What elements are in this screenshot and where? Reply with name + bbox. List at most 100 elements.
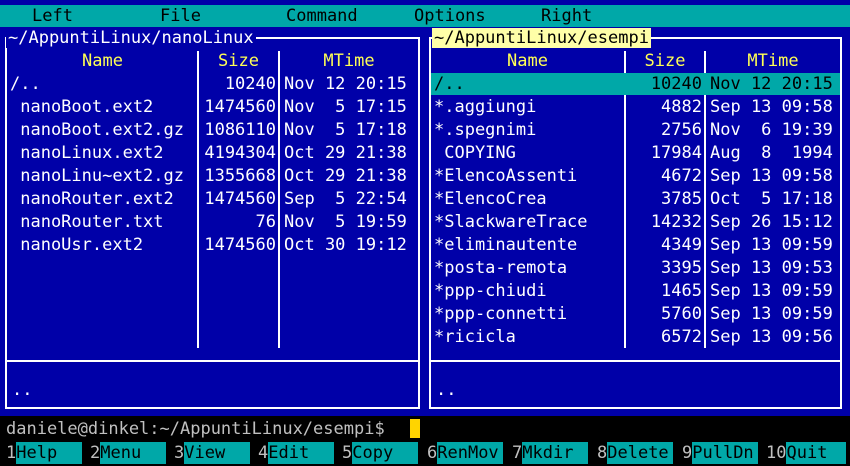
fkey-help-button[interactable]: 1Help: [6, 442, 83, 464]
left-column-separator: [278, 51, 280, 348]
fkey-label: Copy: [352, 442, 419, 464]
file-name: nanoLinux.ext2: [10, 143, 164, 163]
fkey-label: RenMov: [437, 442, 504, 464]
fkey-copy-button[interactable]: 5Copy: [342, 442, 419, 464]
file-size: 1465: [661, 281, 702, 301]
fkey-label: Help: [16, 442, 83, 464]
file-size: 17984: [650, 143, 702, 163]
right-column-separator: [704, 51, 706, 348]
file-mtime: Sep 13 09:59: [710, 235, 833, 255]
file-mtime: Sep 13 09:59: [710, 304, 833, 324]
left-mini-status: ..: [12, 380, 33, 400]
file-size: 4672: [661, 166, 702, 186]
file-mtime: Sep 13 09:53: [710, 258, 833, 278]
file-mtime: Sep 13 09:59: [710, 281, 833, 301]
file-name: nanoRouter.ext2: [10, 189, 174, 209]
fkey-number: 10: [766, 443, 787, 463]
fkey-mkdir-button[interactable]: 7Mkdir: [512, 442, 589, 464]
left-panel-path[interactable]: ~/AppuntiLinux/nanoLinux: [6, 28, 256, 48]
file-name: *eliminautente: [434, 235, 578, 255]
right-header-mtime[interactable]: MTime: [706, 51, 840, 71]
file-size: 76: [255, 212, 276, 232]
file-name: *.aggiungi: [434, 97, 537, 117]
file-size: 1355668: [204, 166, 276, 186]
file-size: 2756: [661, 120, 702, 140]
file-size: 10240: [224, 74, 276, 94]
file-size: 1086110: [204, 120, 276, 140]
left-header-mtime[interactable]: MTime: [280, 51, 418, 71]
file-size: 4194304: [204, 143, 276, 163]
file-name: *ppp-connetti: [434, 304, 568, 324]
fkey-label: View: [184, 442, 251, 464]
left-header-name[interactable]: Name: [8, 51, 197, 71]
file-name: *ppp-chiudi: [434, 281, 547, 301]
fkey-number: 8: [597, 443, 608, 463]
fkey-number: 1: [6, 443, 17, 463]
fkey-label: Edit: [268, 442, 335, 464]
menu-item-right[interactable]: Right: [541, 5, 592, 27]
right-panel-divider: [429, 360, 842, 362]
right-mini-status: ..: [436, 380, 457, 400]
file-name: nanoUsr.ext2: [10, 235, 144, 255]
fkey-quit-button[interactable]: 10Quit: [766, 442, 847, 464]
file-size: 10240: [650, 74, 702, 94]
file-mtime: Aug 8 1994: [710, 143, 833, 163]
file-mtime: Nov 5 17:18: [284, 120, 407, 140]
file-size: 4349: [661, 235, 702, 255]
fkey-number: 2: [90, 443, 101, 463]
fkey-renmov-button[interactable]: 6RenMov: [427, 442, 504, 464]
file-mtime: Nov 5 17:15: [284, 97, 407, 117]
menu-item-left[interactable]: Left: [32, 5, 73, 27]
file-mtime: Oct 30 19:12: [284, 235, 407, 255]
text-cursor: [410, 419, 420, 438]
file-name: nanoBoot.ext2: [10, 97, 154, 117]
menu-item-command[interactable]: Command: [286, 5, 358, 27]
file-mtime: Oct 29 21:38: [284, 143, 407, 163]
fkey-label: Delete: [607, 442, 674, 464]
file-mtime: Oct 29 21:38: [284, 166, 407, 186]
right-panel-path[interactable]: ~/AppuntiLinux/esempi: [432, 28, 651, 48]
file-name: *.spegnimi: [434, 120, 537, 140]
fkey-edit-button[interactable]: 4Edit: [258, 442, 335, 464]
left-panel-border: [5, 38, 7, 409]
file-mtime: Sep 13 09:56: [710, 327, 833, 347]
file-mtime: Nov 6 19:39: [710, 120, 833, 140]
right-header-size[interactable]: Size: [626, 51, 704, 71]
fkey-number: 6: [427, 443, 438, 463]
file-size: 3785: [661, 189, 702, 209]
fkey-number: 4: [258, 443, 269, 463]
left-header-size[interactable]: Size: [199, 51, 278, 71]
file-size: 4882: [661, 97, 702, 117]
file-name: *posta-remota: [434, 258, 568, 278]
file-size: 1474560: [204, 189, 276, 209]
file-mtime: Sep 13 09:58: [710, 97, 833, 117]
menu-bar: Left File Command Options Right: [0, 5, 850, 27]
fkey-view-button[interactable]: 3View: [174, 442, 251, 464]
file-mtime: Sep 26 15:12: [710, 212, 833, 232]
file-name: *ElencoAssenti: [434, 166, 578, 186]
fkey-menu-button[interactable]: 2Menu: [90, 442, 167, 464]
file-mtime: Sep 13 09:58: [710, 166, 833, 186]
fkey-label: Menu: [100, 442, 167, 464]
right-panel-border: [840, 38, 842, 409]
fkey-pulldn-button[interactable]: 9PullDn: [682, 442, 759, 464]
file-name: /..: [10, 74, 41, 94]
file-size: 5760: [661, 304, 702, 324]
file-size: 1474560: [204, 235, 276, 255]
file-mtime: Sep 5 22:54: [284, 189, 407, 209]
file-mtime: Nov 12 20:15: [710, 74, 833, 94]
fkey-number: 3: [174, 443, 185, 463]
right-header-name[interactable]: Name: [431, 51, 624, 71]
file-mtime: Nov 5 19:59: [284, 212, 407, 232]
menu-item-file[interactable]: File: [160, 5, 201, 27]
fkey-number: 5: [342, 443, 353, 463]
file-name: *ElencoCrea: [434, 189, 547, 209]
left-panel-border: [418, 38, 420, 409]
file-mtime: Oct 5 17:18: [710, 189, 833, 209]
command-prompt[interactable]: daniele@dinkel:~/AppuntiLinux/esempi$: [6, 418, 385, 440]
file-size: 1474560: [204, 97, 276, 117]
fkey-delete-button[interactable]: 8Delete: [597, 442, 674, 464]
menu-item-options[interactable]: Options: [414, 5, 486, 27]
left-panel-border: [5, 407, 420, 409]
file-name: nanoLinu~ext2.gz: [10, 166, 184, 186]
